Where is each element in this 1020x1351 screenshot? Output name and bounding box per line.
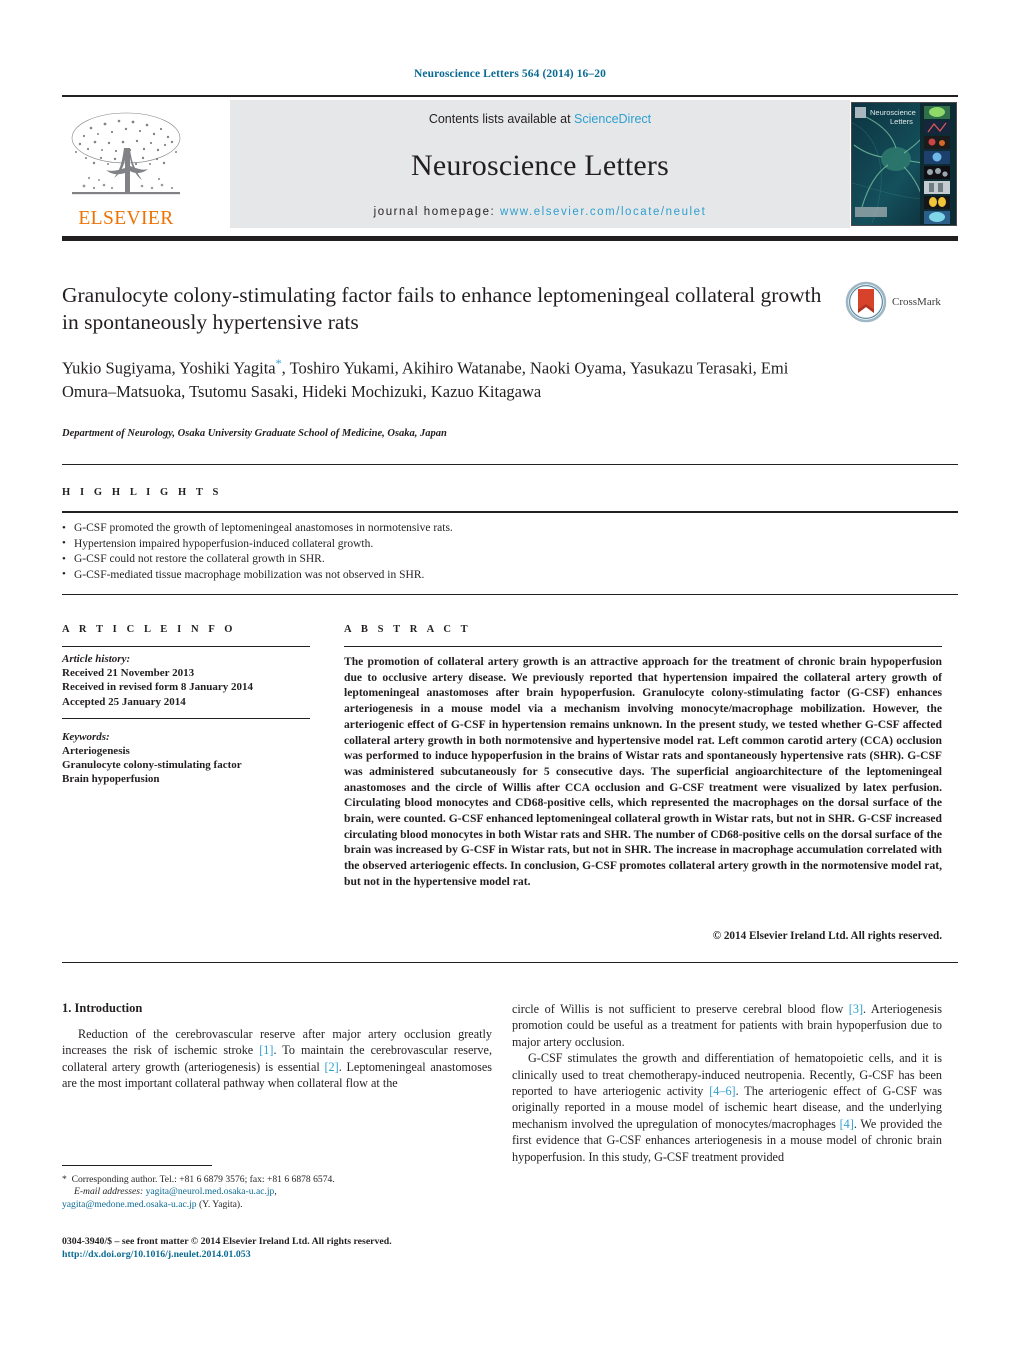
- body-right-column: circle of Willis is not sufficient to pr…: [512, 1001, 942, 1165]
- highlights-bottom-rule: [62, 594, 958, 595]
- keyword-item: Granulocyte colony-stimulating factor: [62, 759, 242, 772]
- list-item: Hypertension impaired hypoperfusion-indu…: [62, 536, 942, 553]
- abstract-copyright: © 2014 Elsevier Ireland Ltd. All rights …: [712, 930, 942, 942]
- history-accepted: Accepted 25 January 2014: [62, 695, 186, 708]
- history-revised: Received in revised form 8 January 2014: [62, 681, 254, 694]
- journal-masthead: ELSEVIER Contents lists available at Sci…: [62, 100, 958, 228]
- section-heading-introduction: 1. Introduction: [62, 1001, 143, 1015]
- page-title: Granulocyte colony-stimulating factor fa…: [62, 283, 822, 334]
- crossmark-icon: [845, 281, 887, 323]
- journal-cover-image: Neuroscience Letters: [852, 103, 956, 225]
- contents-prefix: Contents lists available at: [428, 112, 575, 126]
- contents-line: Contents lists available at ScienceDirec…: [429, 112, 651, 126]
- email-link-1[interactable]: yagita@neurol.med.osaka-u.ac.jp: [146, 1186, 275, 1197]
- list-item: G-CSF-mediated tissue macrophage mobiliz…: [62, 567, 942, 584]
- email-link-2[interactable]: yagita@medone.med.osaka-u.ac.jp: [62, 1199, 197, 1210]
- info-separator-gap: [62, 709, 310, 724]
- corresponding-marker: *: [62, 1174, 67, 1185]
- citation-ref-2[interactable]: [2]: [325, 1060, 339, 1074]
- citation-ref-4-6[interactable]: [4–6]: [709, 1084, 735, 1098]
- keywords-label: Keywords:: [62, 730, 110, 743]
- running-head: Neuroscience Letters 564 (2014) 16–20: [414, 68, 606, 80]
- highlights-divider-rule: [62, 511, 958, 513]
- author-list: Yukio Sugiyama, Yoshiki Yagita*, Toshiro…: [62, 352, 792, 404]
- email-attribution: (Y. Yagita).: [196, 1198, 243, 1210]
- article-history-label: Article history:: [62, 653, 131, 665]
- abstract-heading: A B S T R A C T: [344, 624, 472, 635]
- keyword-item: Brain hypoperfusion: [62, 773, 160, 786]
- elsevier-wordmark: ELSEVIER: [78, 207, 174, 229]
- email-line: E-mail addresses: yagita@neurol.med.osak…: [62, 1186, 482, 1198]
- imprint-block: 0304-3940/$ – see front matter © 2014 El…: [62, 1235, 492, 1261]
- article-page: Neuroscience Letters 564 (2014) 16–20 EL…: [0, 0, 1020, 1351]
- footnote-block: * Corresponding author. Tel.: +81 6 6879…: [62, 1174, 482, 1211]
- email-separator: ,: [274, 1186, 277, 1198]
- article-info-block: Article history: Received 21 November 20…: [62, 652, 310, 787]
- masthead-top-rule: [62, 95, 958, 97]
- authors-before-star: Yukio Sugiyama, Yoshiki Yagita: [62, 358, 276, 378]
- paragraph: G-CSF stimulates the growth and differen…: [512, 1050, 942, 1165]
- citation-ref-4[interactable]: [4]: [840, 1117, 854, 1131]
- email-label: E-mail addresses:: [74, 1186, 144, 1198]
- elsevier-tree-icon: [71, 112, 181, 194]
- history-received: Received 21 November 2013: [62, 667, 195, 680]
- cont-text-a: circle of Willis is not sufficient to pr…: [512, 1002, 849, 1016]
- affiliation: Department of Neurology, Osaka Universit…: [62, 428, 447, 439]
- citation-ref-1[interactable]: [1]: [259, 1043, 273, 1057]
- list-item: G-CSF promoted the growth of leptomening…: [62, 521, 942, 537]
- crossmark-badge[interactable]: CrossMark: [845, 280, 957, 324]
- journal-homepage-line: journal homepage: www.elsevier.com/locat…: [374, 206, 707, 218]
- footnote-rule: [62, 1165, 212, 1166]
- body-left-column: Reduction of the cerebrovascular reserve…: [62, 1026, 492, 1092]
- list-item: G-CSF could not restore the collateral g…: [62, 552, 942, 568]
- svg-text:Neuroscience: Neuroscience: [870, 108, 916, 117]
- keyword-item: Arteriogenesis: [62, 745, 130, 758]
- svg-text:Letters: Letters: [890, 117, 913, 126]
- corresponding-author-text: Corresponding author. Tel.: +81 6 6879 3…: [71, 1174, 335, 1185]
- paragraph: Reduction of the cerebrovascular reserve…: [62, 1026, 492, 1092]
- abstract-rule: [344, 646, 942, 647]
- doi-link[interactable]: http://dx.doi.org/10.1016/j.neulet.2014.…: [62, 1248, 492, 1261]
- email-line-2: yagita@medone.med.osaka-u.ac.jp (Y. Yagi…: [62, 1199, 482, 1211]
- elsevier-logo: ELSEVIER: [62, 100, 190, 228]
- highlights-list: G-CSF promoted the growth of leptomening…: [62, 521, 942, 583]
- corresponding-author-note: * Corresponding author. Tel.: +81 6 6879…: [62, 1174, 482, 1186]
- journal-title: Neuroscience Letters: [410, 149, 670, 182]
- article-info-rule: [62, 646, 310, 647]
- article-info-heading: A R T I C L E I N F O: [62, 624, 237, 635]
- issn-line: 0304-3940/$ – see front matter © 2014 El…: [62, 1236, 392, 1247]
- homepage-prefix: journal homepage:: [373, 206, 501, 218]
- crossmark-label: CrossMark: [892, 296, 941, 308]
- abstract-text: The promotion of collateral artery growt…: [344, 655, 942, 888]
- highlights-top-rule: [62, 464, 958, 465]
- journal-cover-thumbnail[interactable]: Neuroscience Letters: [851, 102, 957, 226]
- journal-homepage-link[interactable]: www.elsevier.com/locate/neulet: [500, 206, 706, 218]
- paragraph: circle of Willis is not sufficient to pr…: [512, 1001, 942, 1050]
- sciencedirect-link[interactable]: ScienceDirect: [574, 112, 651, 126]
- highlights-heading: H I G H L I G H T S: [62, 487, 222, 498]
- journal-header-band: Contents lists available at ScienceDirec…: [230, 100, 850, 228]
- masthead-bottom-rule: [62, 236, 958, 241]
- abstract-bottom-rule: [62, 962, 958, 963]
- citation-ref-3[interactable]: [3]: [849, 1002, 863, 1016]
- keywords-rule: [62, 718, 310, 719]
